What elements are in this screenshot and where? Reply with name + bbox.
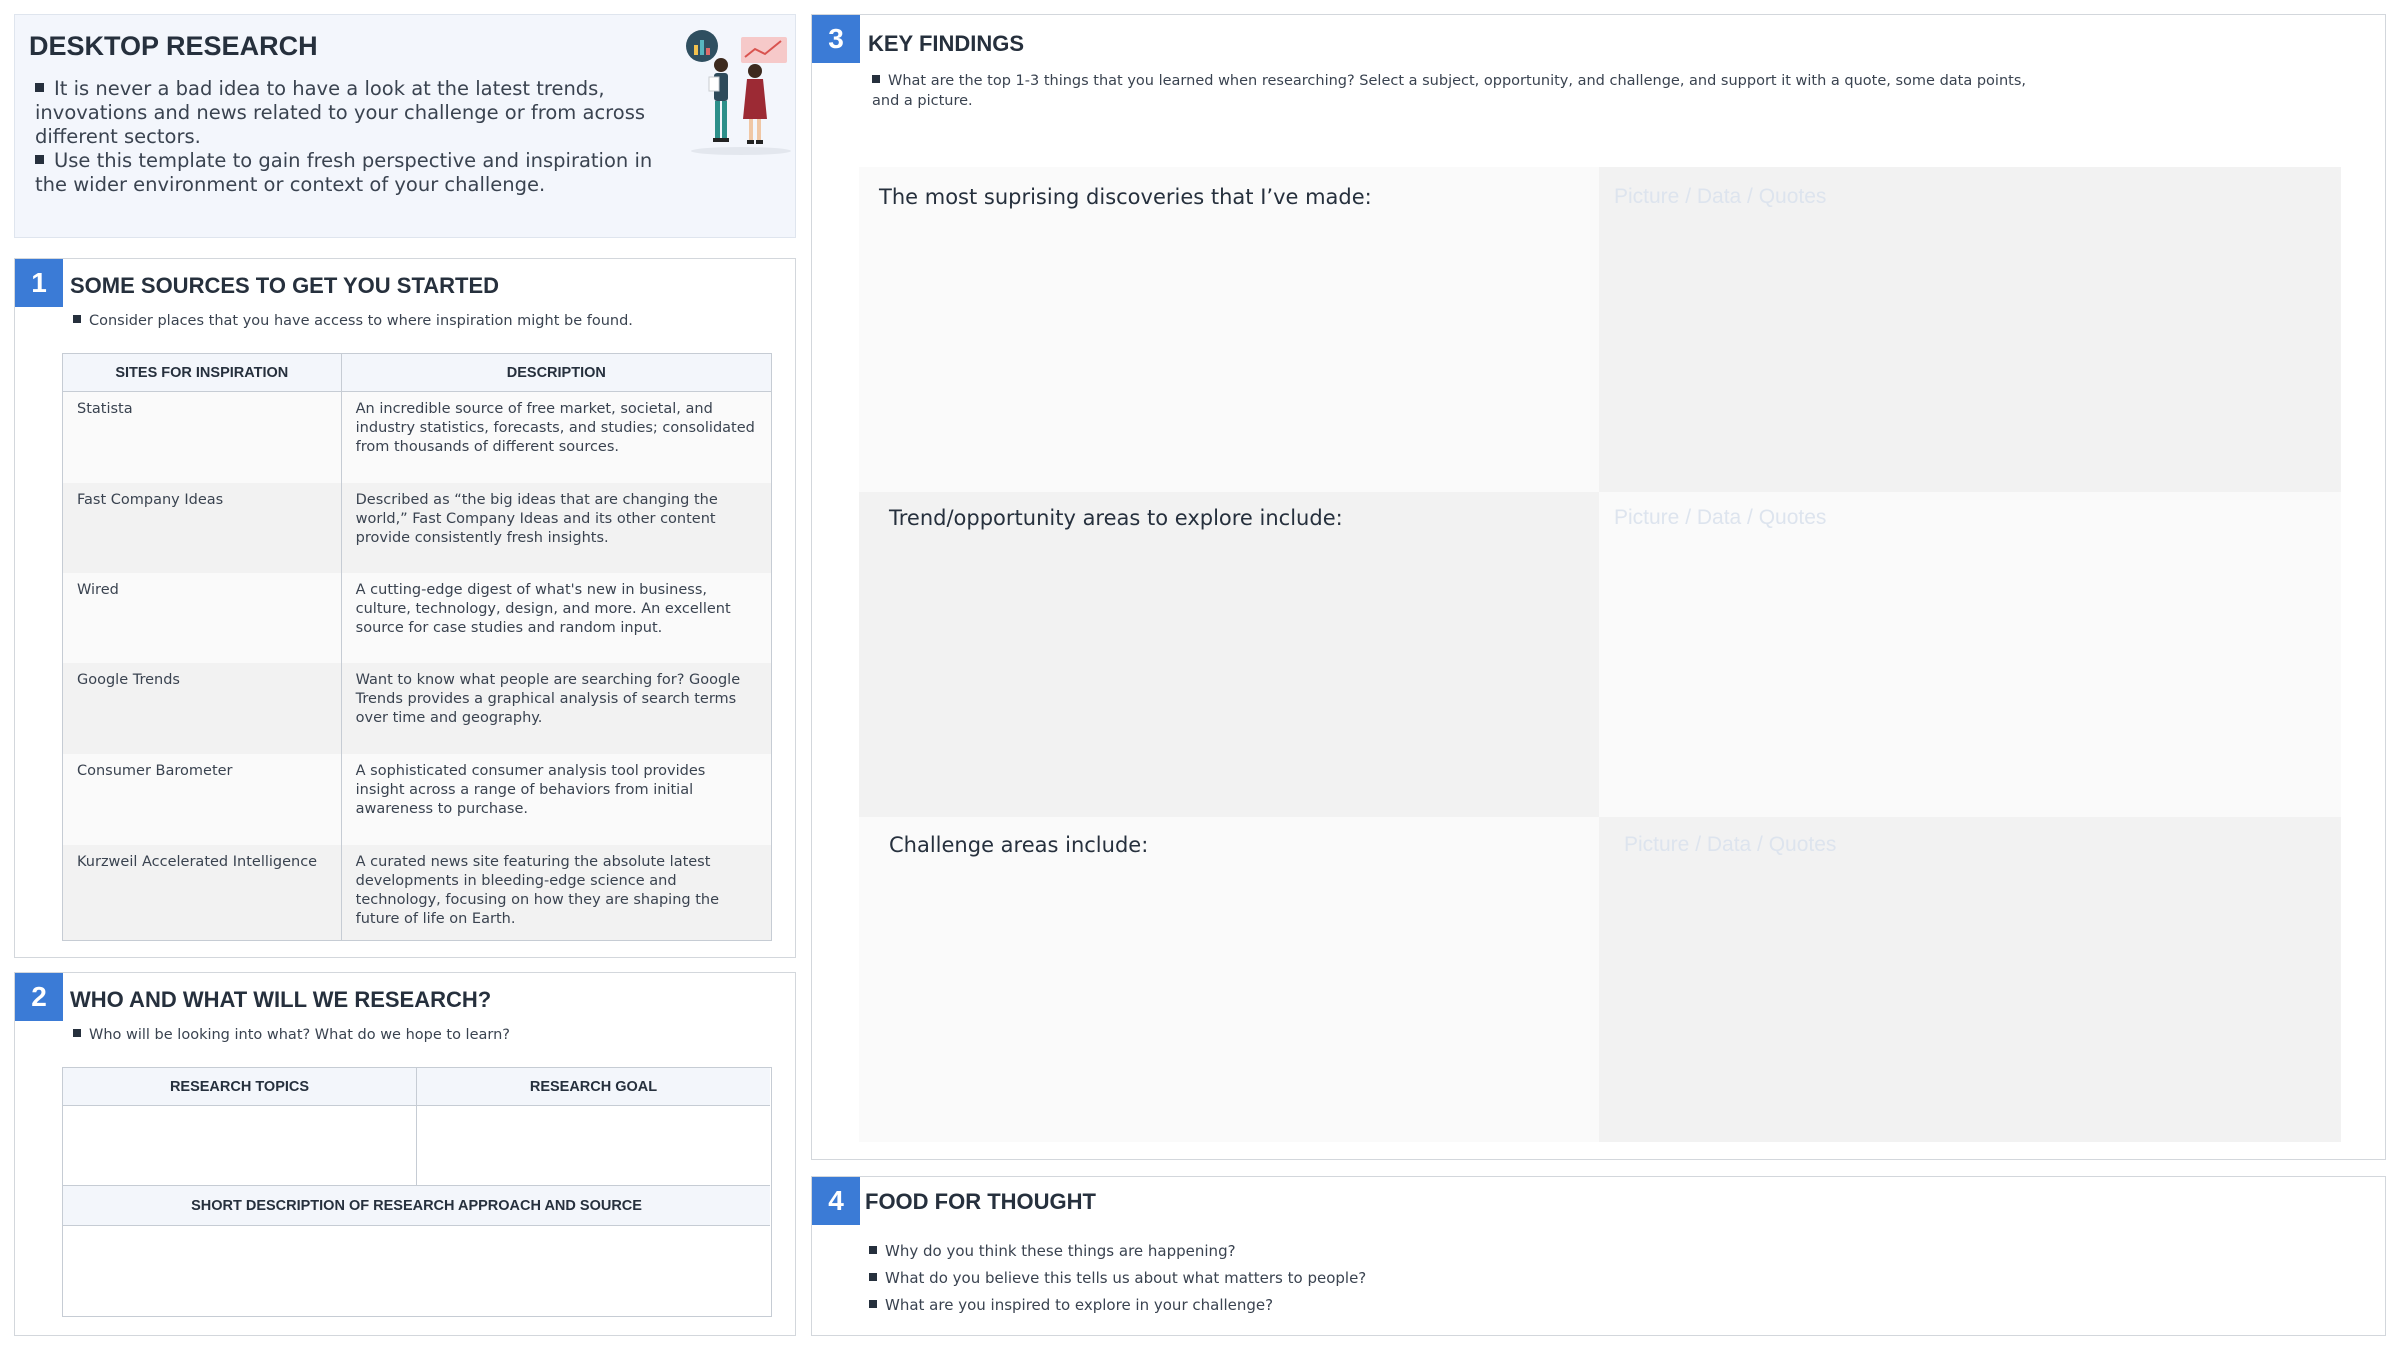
finding-label: The most suprising discoveries that I’ve… bbox=[879, 185, 1372, 209]
research-topics-input[interactable] bbox=[63, 1106, 417, 1186]
research-table: RESEARCH TOPICS RESEARCH GOAL SHORT DESC… bbox=[62, 1067, 772, 1317]
finding-evidence-cell[interactable]: Picture / Data / Quotes bbox=[1599, 492, 2341, 817]
section-number-4: 4 bbox=[812, 1177, 860, 1225]
finding-placeholder: Picture / Data / Quotes bbox=[1624, 833, 1837, 856]
site-description: Want to know what people are searching f… bbox=[340, 662, 773, 754]
column-header-description: DESCRIPTION bbox=[340, 353, 773, 392]
site-name: Statista bbox=[62, 391, 342, 483]
finding-placeholder: Picture / Data / Quotes bbox=[1614, 185, 1827, 208]
intro-panel: DESKTOP RESEARCH It is never a bad idea … bbox=[14, 14, 796, 238]
intro-bullet-2: Use this template to gain fresh perspect… bbox=[35, 149, 653, 196]
site-name: Consumer Barometer bbox=[62, 753, 342, 845]
site-name: Kurzweil Accelerated Intelligence bbox=[62, 844, 342, 941]
key-findings-panel: 3 KEY FINDINGS What are the top 1-3 thin… bbox=[811, 14, 2386, 1160]
site-name: Wired bbox=[62, 572, 342, 663]
site-description: An incredible source of free market, soc… bbox=[340, 391, 773, 483]
research-plan-hint: Who will be looking into what? What do w… bbox=[73, 1025, 510, 1045]
finding-label-cell: The most suprising discoveries that I’ve… bbox=[859, 167, 1599, 492]
site-description: A cutting-edge digest of what's new in b… bbox=[340, 572, 773, 663]
question-item: Why do you think these things are happen… bbox=[869, 1241, 1236, 1261]
section-number-2: 2 bbox=[15, 973, 63, 1021]
key-findings-title: KEY FINDINGS bbox=[868, 31, 1025, 56]
research-plan-panel: 2 WHO AND WHAT WILL WE RESEARCH? Who wil… bbox=[14, 972, 796, 1336]
finding-label: Challenge areas include: bbox=[889, 833, 1149, 857]
research-approach-header: SHORT DESCRIPTION OF RESEARCH APPROACH A… bbox=[63, 1186, 770, 1226]
people-illustration bbox=[686, 30, 791, 155]
question-item: What do you believe this tells us about … bbox=[869, 1268, 1366, 1288]
site-name: Fast Company Ideas bbox=[62, 482, 342, 573]
food-for-thought-title: FOOD FOR THOUGHT bbox=[865, 1189, 1096, 1214]
section-number-3: 3 bbox=[812, 15, 860, 63]
finding-label: Trend/opportunity areas to explore inclu… bbox=[889, 506, 1343, 530]
research-topics-header: RESEARCH TOPICS bbox=[63, 1068, 417, 1106]
sources-table: SITES FOR INSPIRATION DESCRIPTION Statis… bbox=[62, 353, 773, 941]
key-findings-hint: What are the top 1-3 things that you lea… bbox=[872, 73, 2026, 109]
research-plan-title: WHO AND WHAT WILL WE RESEARCH? bbox=[70, 987, 492, 1012]
finding-label-cell: Challenge areas include: bbox=[859, 817, 1599, 1142]
research-goal-header: RESEARCH GOAL bbox=[417, 1068, 770, 1106]
food-for-thought-panel: 4 FOOD FOR THOUGHT Why do you think thes… bbox=[811, 1176, 2386, 1336]
intro-bullet-1: It is never a bad idea to have a look at… bbox=[35, 77, 646, 148]
site-description: A sophisticated consumer analysis tool p… bbox=[340, 753, 773, 845]
section-number-1: 1 bbox=[15, 259, 63, 307]
finding-placeholder: Picture / Data / Quotes bbox=[1614, 506, 1827, 529]
finding-label-cell: Trend/opportunity areas to explore inclu… bbox=[859, 492, 1599, 817]
intro-title: DESKTOP RESEARCH bbox=[29, 31, 318, 61]
sources-hint: Consider places that you have access to … bbox=[73, 311, 633, 331]
finding-evidence-cell[interactable]: Picture / Data / Quotes bbox=[1599, 817, 2341, 1142]
research-goal-input[interactable] bbox=[417, 1106, 770, 1186]
question-item: What are you inspired to explore in your… bbox=[869, 1295, 1273, 1315]
finding-evidence-cell[interactable]: Picture / Data / Quotes bbox=[1599, 167, 2341, 492]
sources-title: SOME SOURCES TO GET YOU STARTED bbox=[70, 273, 500, 298]
sources-panel: 1 SOME SOURCES TO GET YOU STARTED Consid… bbox=[14, 258, 796, 958]
site-description: A curated news site featuring the absolu… bbox=[340, 844, 773, 941]
column-header-sites: SITES FOR INSPIRATION bbox=[62, 353, 342, 392]
site-name: Google Trends bbox=[62, 662, 342, 754]
research-approach-input[interactable] bbox=[63, 1226, 770, 1315]
site-description: Described as “the big ideas that are cha… bbox=[340, 482, 773, 573]
